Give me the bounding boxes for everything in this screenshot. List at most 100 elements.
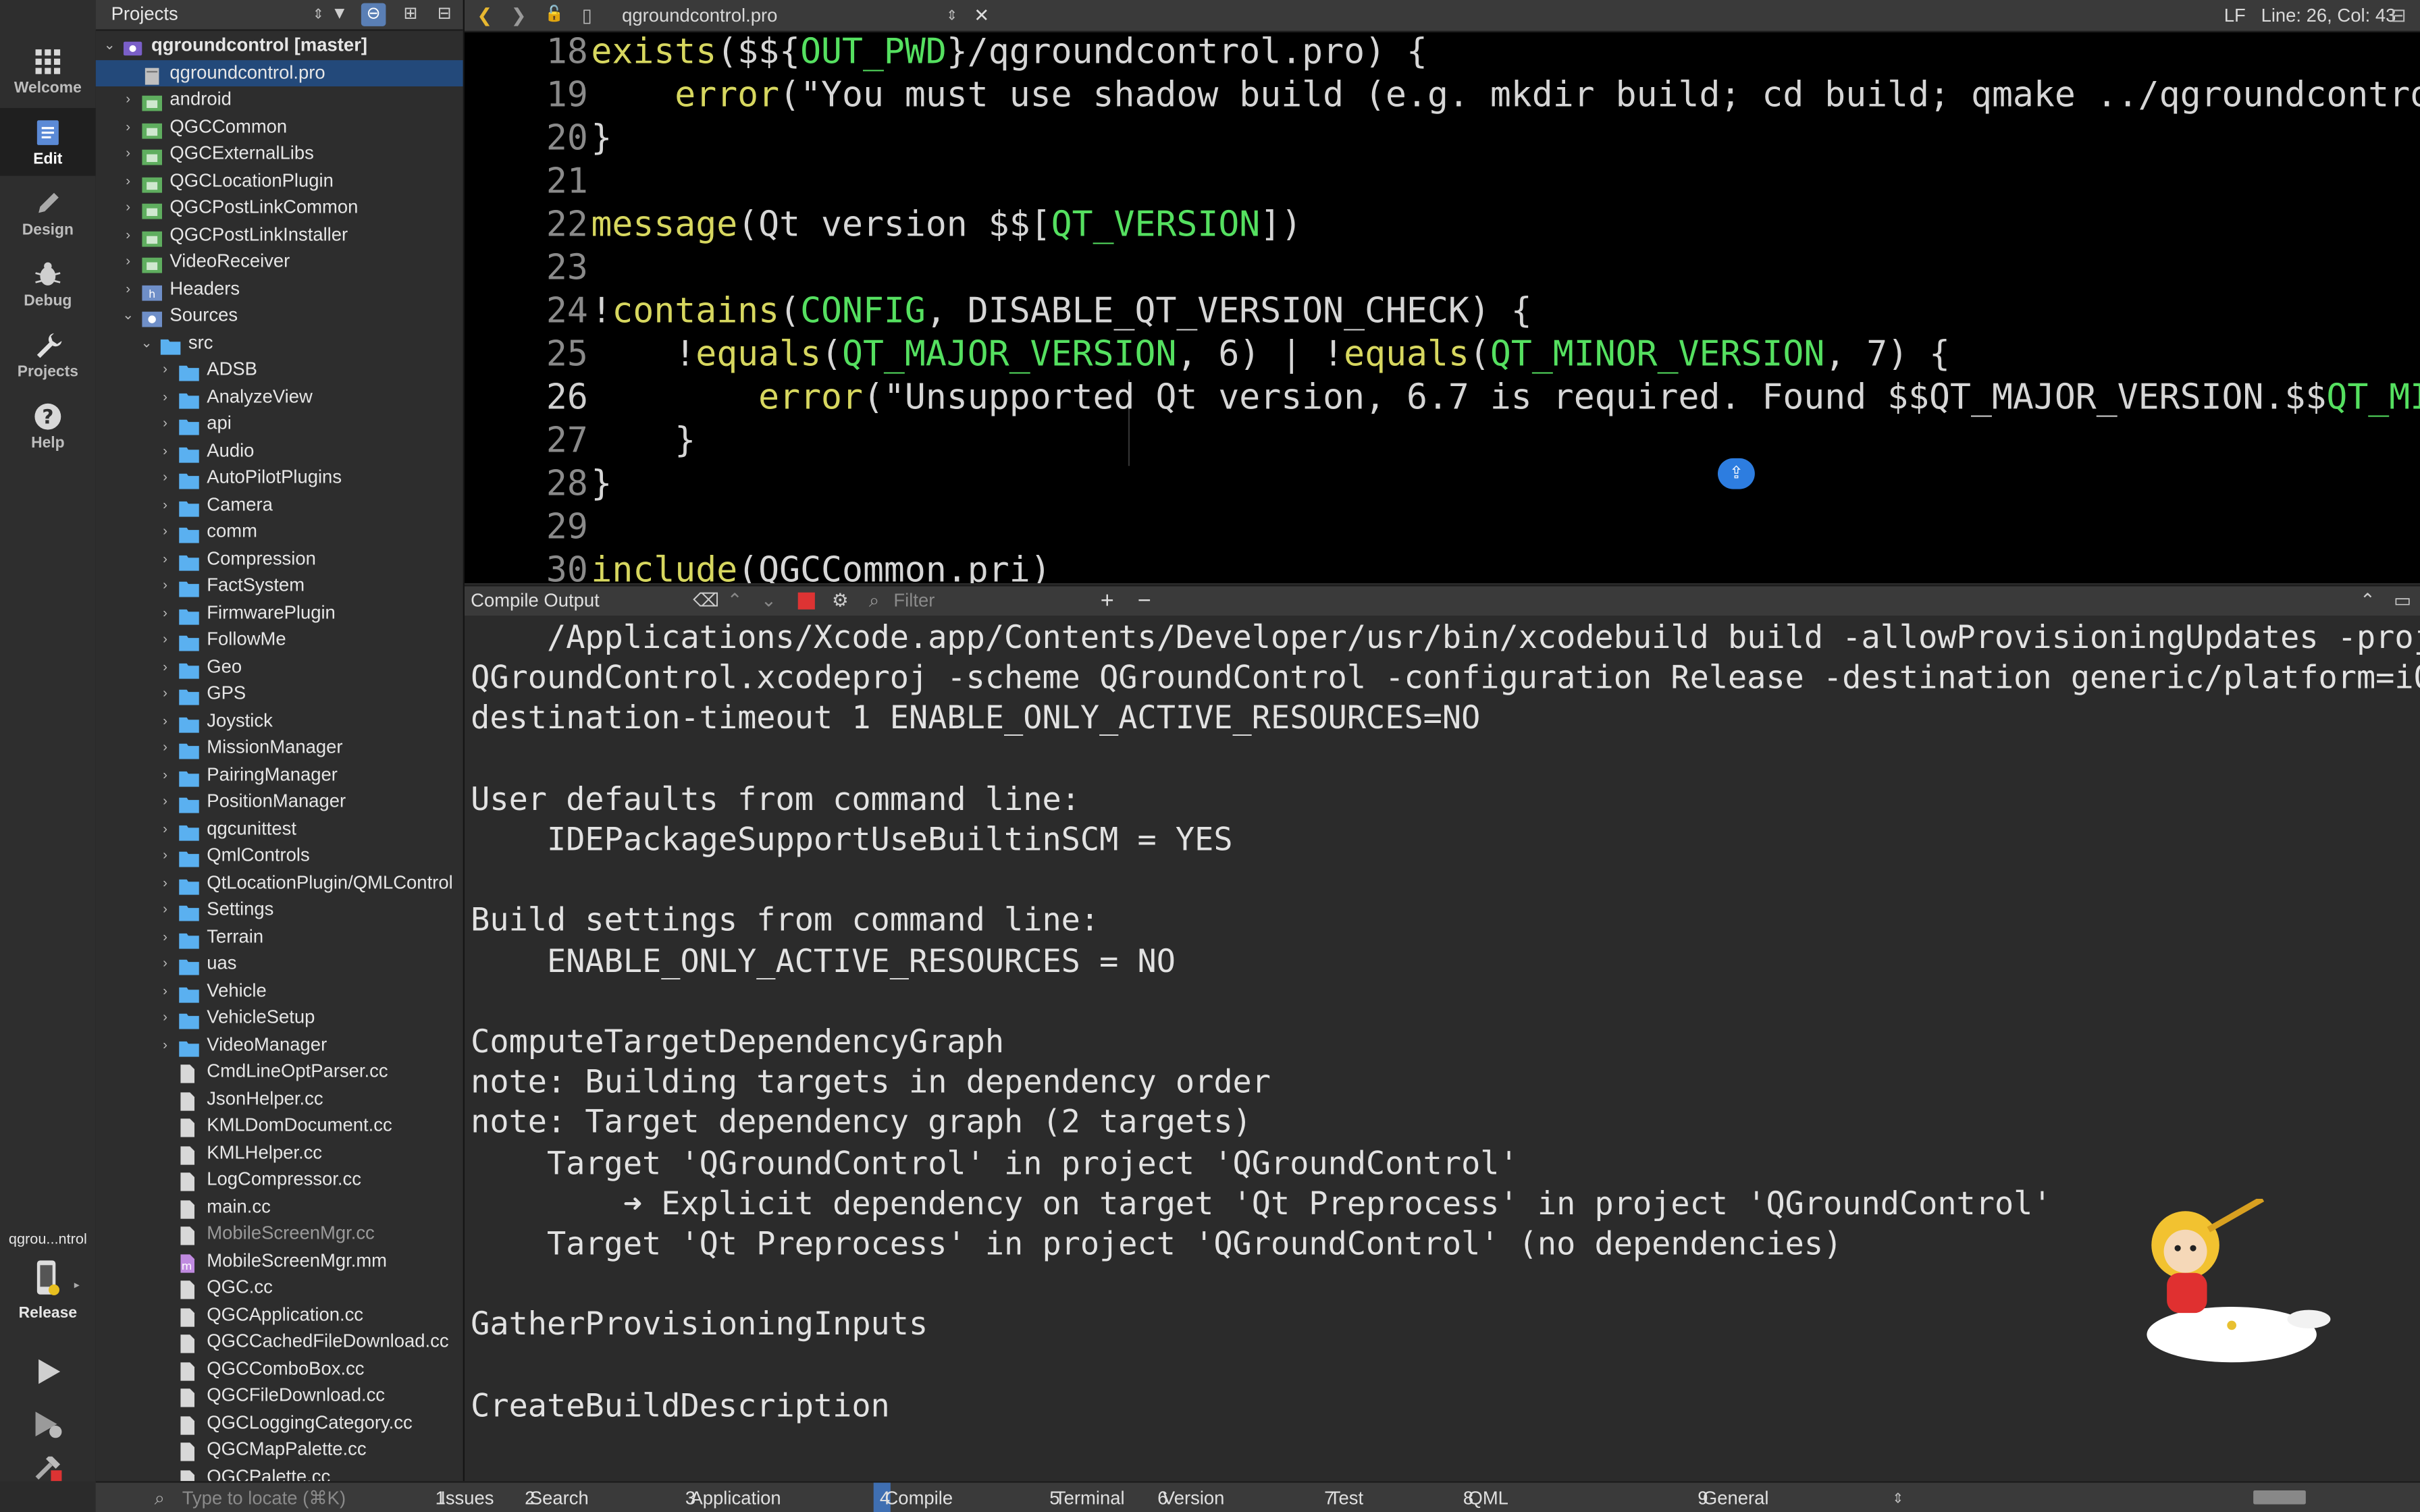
tree-item[interactable]: › h Headers (96, 275, 463, 302)
tree-item[interactable]: › Camera (96, 491, 463, 518)
chevron-right-icon[interactable]: › (157, 896, 173, 923)
tree-item[interactable]: QGCLoggingCategory.cc (96, 1409, 463, 1436)
close-output-icon[interactable]: ▭ (2394, 587, 2411, 616)
tree-item[interactable]: › comm (96, 518, 463, 545)
locator-input[interactable]: Type to locate (⌘K) (182, 1483, 346, 1512)
tree-item[interactable]: › Compression (96, 545, 463, 572)
mode-design[interactable]: Design (0, 179, 96, 247)
tree-item[interactable]: LogCompressor.cc (96, 1166, 463, 1193)
chevron-right-icon[interactable]: › (157, 734, 173, 761)
clean-icon[interactable]: ⌫ (693, 587, 719, 616)
mode-projects[interactable]: Projects (0, 321, 96, 389)
tree-item[interactable]: › FactSystem (96, 572, 463, 599)
tree-item[interactable]: › AnalyzeView (96, 383, 463, 410)
tree-item[interactable]: › QmlControls (96, 842, 463, 869)
tree-item[interactable]: › uas (96, 950, 463, 977)
chevron-right-icon[interactable]: › (157, 383, 173, 410)
chevron-right-icon[interactable]: › (157, 572, 173, 599)
tree-item[interactable]: › QGCPostLinkInstaller (96, 221, 463, 248)
output-tab-version-control[interactable]: 6 Version Control (1157, 1483, 1224, 1512)
zoom-in-icon[interactable]: + (1101, 587, 1114, 616)
tree-item[interactable]: › PairingManager (96, 761, 463, 788)
chevron-right-icon[interactable]: › (157, 842, 173, 869)
chevron-right-icon[interactable]: › (120, 275, 136, 302)
line-ending[interactable]: LF (2224, 0, 2246, 31)
tree-item[interactable]: KMLHelper.cc (96, 1139, 463, 1166)
tree-item[interactable]: › QGCCommon (96, 113, 463, 140)
tree-item[interactable]: ⌄ qgroundcontrol [master] (96, 32, 463, 59)
tree-item[interactable]: QGC.cc (96, 1274, 463, 1301)
settings-gear-icon[interactable]: ⚙ (832, 587, 849, 616)
view-combo[interactable]: Projects ⇕ (102, 1, 330, 26)
tree-item[interactable]: › android (96, 86, 463, 113)
chevron-right-icon[interactable]: › (120, 167, 136, 194)
chevron-right-icon[interactable]: › (120, 140, 136, 167)
split-icon[interactable]: ⊞ (398, 3, 423, 26)
stop-icon[interactable] (797, 592, 815, 610)
chevron-down-icon[interactable]: ⌄ (120, 302, 136, 329)
tree-item[interactable]: m MobileScreenMgr.mm (96, 1247, 463, 1274)
zoom-out-icon[interactable]: − (1138, 587, 1151, 616)
file-combo[interactable]: qgroundcontrol.pro (622, 0, 777, 31)
tree-item[interactable]: › QGCLocationPlugin (96, 167, 463, 194)
chevron-right-icon[interactable]: › (157, 815, 173, 842)
chevron-right-icon[interactable]: › (157, 653, 173, 680)
split-editor-icon[interactable]: ⊟ (2391, 0, 2406, 31)
chevron-right-icon[interactable]: › (157, 491, 173, 518)
chevron-right-icon[interactable]: › (157, 869, 173, 896)
run-button[interactable] (31, 1355, 65, 1388)
chevron-right-icon[interactable]: › (157, 599, 173, 626)
mode-edit[interactable]: Edit (0, 108, 96, 176)
maximize-icon[interactable]: ⌃ (2360, 587, 2375, 616)
forward-arrow-icon[interactable]: ❯ (511, 0, 527, 31)
tree-item[interactable]: › FirmwarePlugin (96, 599, 463, 626)
tree-item[interactable]: JsonHelper.cc (96, 1085, 463, 1112)
tree-item[interactable]: › VehicleSetup (96, 1004, 463, 1031)
chevron-right-icon[interactable]: › (120, 86, 136, 113)
chevron-right-icon[interactable]: › (157, 707, 173, 734)
tree-item[interactable]: QGCComboBox.cc (96, 1355, 463, 1382)
tree-item[interactable]: QGCFileDownload.cc (96, 1382, 463, 1409)
chevron-right-icon[interactable]: › (157, 761, 173, 788)
output-filter-input[interactable]: Filter (893, 587, 935, 616)
tree-item[interactable]: › QGCExternalLibs (96, 140, 463, 167)
tree-item[interactable]: QGCApplication.cc (96, 1301, 463, 1328)
link-icon[interactable]: ⊖ (361, 3, 386, 26)
output-tab-general-messages[interactable]: 9 General Messages (1698, 1483, 1768, 1512)
chevron-right-icon[interactable]: › (157, 1031, 173, 1058)
tree-item[interactable]: › qgcunittest (96, 815, 463, 842)
tree-item[interactable]: › VideoManager (96, 1031, 463, 1058)
tree-item[interactable]: › MissionManager (96, 734, 463, 761)
prev-icon[interactable]: ⌃ (727, 587, 743, 616)
output-tab-application-output[interactable]: 3 Application Output (685, 1483, 781, 1512)
mode-help[interactable]: ? Help (0, 392, 96, 460)
updown-icon[interactable]: ⇕ (1892, 1483, 1903, 1512)
tree-item[interactable]: › api (96, 410, 463, 437)
tree-item[interactable]: QGCMapPalette.cc (96, 1436, 463, 1463)
build-button[interactable] (31, 1454, 65, 1482)
chevron-right-icon[interactable]: › (157, 680, 173, 707)
tree-item[interactable]: CmdLineOptParser.cc (96, 1058, 463, 1085)
chevron-down-icon[interactable]: ⌄ (139, 329, 155, 356)
mode-welcome[interactable]: Welcome (0, 37, 96, 105)
tree-item[interactable]: › QGCPostLinkCommon (96, 194, 463, 221)
chevron-right-icon[interactable]: › (157, 788, 173, 815)
tree-item[interactable]: › PositionManager (96, 788, 463, 815)
compile-output-text[interactable]: /Applications/Xcode.app/Contents/Develop… (465, 616, 2420, 1480)
tree-item[interactable]: › AutoPilotPlugins (96, 464, 463, 491)
output-tab-terminal[interactable]: 5 Terminal (1049, 1483, 1124, 1512)
tree-item[interactable]: qgroundcontrol.pro (95, 59, 463, 86)
tree-item[interactable]: › Geo (96, 653, 463, 680)
tree-item[interactable]: › Settings (96, 896, 463, 923)
output-tab-test-results[interactable]: 7 Test Results (1324, 1483, 1363, 1512)
output-tab-search-results[interactable]: 2 Search Results (525, 1483, 589, 1512)
chevron-down-icon[interactable]: ⌄ (102, 32, 117, 59)
kit-selector[interactable]: qgrou...ntrol ▸ Release (0, 1231, 96, 1327)
cursor-position[interactable]: Line: 26, Col: 43 (2261, 0, 2396, 31)
chevron-right-icon[interactable]: › (157, 518, 173, 545)
output-tab-qml-debugger-console[interactable]: 8 QML Debugger Console (1463, 1483, 1508, 1512)
close-file-icon[interactable]: ✕ (974, 0, 989, 31)
chevron-right-icon[interactable]: › (157, 545, 173, 572)
chevron-right-icon[interactable]: › (157, 437, 173, 464)
chevron-right-icon[interactable]: › (157, 626, 173, 653)
